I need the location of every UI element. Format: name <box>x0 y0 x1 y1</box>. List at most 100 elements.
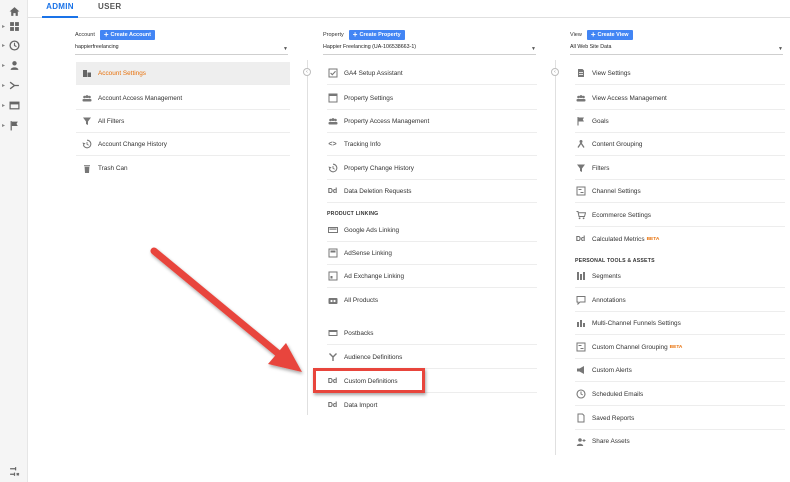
property-selector-value: Happier Freelancing (UA-106538663-1) <box>323 44 417 50</box>
annotation-comment-icon <box>575 295 586 306</box>
view-item-calculated-metrics[interactable]: Dd Calculated Metrics BETA <box>575 228 785 251</box>
view-item-custom-alerts[interactable]: Custom Alerts <box>575 359 785 382</box>
postback-icon <box>327 328 338 339</box>
account-item-trash-can[interactable]: Trash Can <box>76 157 290 180</box>
property-item-ga4-setup[interactable]: GA4 Setup Assistant <box>327 62 537 85</box>
plus-icon: + <box>590 30 596 39</box>
view-item-label: Channel Settings <box>592 187 641 195</box>
view-item-goals[interactable]: Goals <box>575 110 785 133</box>
view-item-label: View Settings <box>592 69 631 77</box>
settings-window-icon <box>327 93 338 104</box>
dropdown-arrow-icon: ▼ <box>778 46 783 52</box>
property-item-label: Property Access Management <box>344 117 430 125</box>
view-item-label: Custom Alerts <box>592 366 632 374</box>
document-icon <box>575 68 586 79</box>
tab-admin[interactable]: ADMIN <box>42 0 78 18</box>
account-selector[interactable]: happierfreelancing ▼ <box>75 44 288 55</box>
view-item-segments[interactable]: Segments <box>575 265 785 288</box>
saved-report-icon <box>575 413 586 424</box>
tab-user[interactable]: USER <box>98 0 121 18</box>
adsense-icon <box>327 248 338 259</box>
property-item-property-settings[interactable]: Property Settings <box>327 87 537 110</box>
property-item-all-products[interactable]: All Products <box>327 289 537 312</box>
property-item-label: Data Deletion Requests <box>344 187 412 195</box>
content-grouping-icon <box>575 139 586 150</box>
property-item-access-management[interactable]: Property Access Management <box>327 110 537 133</box>
behavior-icon[interactable]: ▸ <box>0 96 28 114</box>
column-connector-icon: ‹ <box>551 68 559 76</box>
property-item-label: Audience Definitions <box>344 353 403 361</box>
property-item-google-ads-linking[interactable]: Google Ads Linking <box>327 219 537 242</box>
property-item-custom-definitions[interactable]: Dd Custom Definitions <box>327 370 537 393</box>
account-header: Account + Create Account <box>75 30 155 40</box>
bar-chart-icon <box>575 318 586 329</box>
view-item-filters[interactable]: Filters <box>575 157 785 180</box>
property-item-data-import[interactable]: Dd Data Import <box>327 394 537 417</box>
view-item-label: Scheduled Emails <box>592 390 644 398</box>
property-item-label: Property Settings <box>344 94 394 102</box>
shopping-cart-icon <box>575 210 586 221</box>
view-item-label: Multi-Channel Funnels Settings <box>592 319 681 327</box>
view-item-label: Share Assets <box>592 438 630 445</box>
column-connector-icon: ‹ <box>303 68 311 76</box>
view-item-access-management[interactable]: View Access Management <box>575 87 785 110</box>
account-item-label: Account Change History <box>98 140 167 148</box>
property-item-data-deletion[interactable]: Dd Data Deletion Requests <box>327 180 537 203</box>
scheduled-clock-icon <box>575 389 586 400</box>
view-item-label: View Access Management <box>592 94 667 102</box>
acquisition-icon[interactable]: ▸ <box>0 76 28 94</box>
plus-icon: + <box>352 30 358 39</box>
realtime-clock-icon[interactable]: ▸ <box>0 36 28 54</box>
audience-person-icon[interactable]: ▸ <box>0 56 28 74</box>
channel-settings-icon <box>575 186 586 197</box>
view-item-custom-channel-grouping[interactable]: Custom Channel Grouping BETA <box>575 336 785 359</box>
account-item-access-management[interactable]: Account Access Management <box>76 87 290 110</box>
account-item-account-settings[interactable]: Account Settings <box>76 62 290 85</box>
create-property-button[interactable]: + Create Property <box>348 30 405 40</box>
ads-link-icon <box>327 225 338 236</box>
property-item-tracking-info[interactable]: <> Tracking Info <box>327 133 537 156</box>
property-item-audience-definitions[interactable]: Audience Definitions <box>327 346 537 369</box>
property-item-change-history[interactable]: Property Change History <box>327 157 537 180</box>
view-item-annotations[interactable]: Annotations <box>575 289 785 312</box>
filter-funnel-icon <box>575 163 586 174</box>
customization-icon[interactable]: ▸ <box>0 17 28 35</box>
view-item-scheduled-emails[interactable]: Scheduled Emails <box>575 383 785 406</box>
account-item-all-filters[interactable]: All Filters <box>76 110 290 133</box>
view-selector[interactable]: All Web Site Data ▼ <box>570 44 783 55</box>
history-icon <box>327 163 338 174</box>
people-group-icon <box>327 116 338 127</box>
account-item-label: Account Access Management <box>98 94 183 102</box>
personal-tools-heading: PERSONAL TOOLS & ASSETS <box>575 258 655 264</box>
product-linking-heading: PRODUCT LINKING <box>327 211 379 217</box>
property-selector[interactable]: Happier Freelancing (UA-106538663-1) ▼ <box>323 44 536 55</box>
view-item-label: Content Grouping <box>592 140 643 148</box>
view-item-label: Filters <box>592 164 610 172</box>
account-item-change-history[interactable]: Account Change History <box>76 133 290 156</box>
view-item-share-assets[interactable]: Share Assets <box>575 430 785 453</box>
view-item-ecommerce-settings[interactable]: Ecommerce Settings <box>575 204 785 227</box>
create-account-button[interactable]: + Create Account <box>99 30 155 40</box>
account-header-label: Account <box>75 32 95 38</box>
view-item-channel-settings[interactable]: Channel Settings <box>575 180 785 203</box>
admin-settings-icon[interactable] <box>0 462 28 480</box>
view-item-saved-reports[interactable]: Saved Reports <box>575 407 785 430</box>
property-item-postbacks[interactable]: Postbacks <box>327 322 537 345</box>
property-header-label: Property <box>323 32 344 38</box>
left-nav-rail: ▸ ▸ ▸ ▸ ▸ ▸ <box>0 0 28 482</box>
view-item-label: Annotations <box>592 296 626 304</box>
dropdown-arrow-icon: ▼ <box>531 46 536 52</box>
create-property-label: Create Property <box>359 32 401 38</box>
property-item-ad-exchange-linking[interactable]: Ad Exchange Linking <box>327 265 537 288</box>
property-item-label: Property Change History <box>344 164 414 172</box>
view-item-content-grouping[interactable]: Content Grouping <box>575 133 785 156</box>
property-item-adsense-linking[interactable]: AdSense Linking <box>327 242 537 265</box>
view-item-view-settings[interactable]: View Settings <box>575 62 785 85</box>
megaphone-icon <box>575 365 586 376</box>
account-item-label: Trash Can <box>98 165 128 172</box>
view-item-mcf-settings[interactable]: Multi-Channel Funnels Settings <box>575 312 785 335</box>
conversions-flag-icon[interactable]: ▸ <box>0 116 28 134</box>
audience-fork-icon <box>327 352 338 363</box>
create-view-button[interactable]: + Create View <box>586 30 633 40</box>
create-account-label: Create Account <box>110 32 151 38</box>
